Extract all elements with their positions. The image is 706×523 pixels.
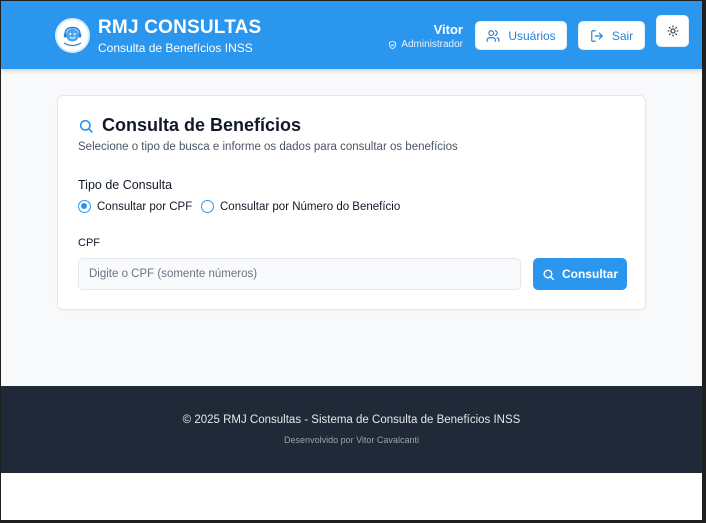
consult-button-label: Consultar <box>561 267 618 281</box>
theme-toggle-button[interactable] <box>656 15 689 47</box>
search-type-label: Tipo de Consulta <box>78 178 173 192</box>
card-description: Selecione o tipo de busca e informe os d… <box>78 141 458 153</box>
radio-option-benefit-number[interactable]: Consultar por Número do Benefício <box>201 200 400 213</box>
radio-label-benefit-number: Consultar por Número do Benefício <box>220 200 401 213</box>
shield-check-icon <box>389 40 397 49</box>
search-card: Consulta de Benefícios Selecione o tipo … <box>57 95 646 310</box>
user-role: Administrador <box>388 39 463 50</box>
logout-icon <box>590 29 603 42</box>
consult-button[interactable]: Consultar <box>533 258 627 290</box>
radio-button-unchecked[interactable] <box>201 200 214 213</box>
footer-developer: Desenvolvido por Vitor Cavalcanti <box>284 435 419 445</box>
page-bottom-area <box>1 473 702 520</box>
app-subtitle: Consulta de Benefícios INSS <box>98 41 253 55</box>
logout-button-label: Sair <box>611 28 634 43</box>
user-role-label: Administrador <box>401 39 463 50</box>
rmj-call-center-logo <box>55 18 90 53</box>
app-title: RMJ CONSULTAS <box>98 17 262 38</box>
radio-label-cpf: Consultar por CPF <box>97 200 193 213</box>
radio-option-cpf[interactable]: Consultar por CPF <box>78 200 192 213</box>
footer-copyright: © 2025 RMJ Consultas - Sistema de Consul… <box>182 414 521 426</box>
user-name: Vitor <box>433 22 463 37</box>
app-footer: © 2025 RMJ Consultas - Sistema de Consul… <box>1 386 702 473</box>
cpf-field-label: CPF <box>78 237 100 249</box>
logout-button[interactable]: Sair <box>578 21 645 50</box>
users-button-label: Usuários <box>508 28 556 43</box>
card-title: Consulta de Benefícios <box>78 115 301 136</box>
search-icon <box>79 119 93 133</box>
app-page: RMJ CONSULTAS Consulta de Benefícios INS… <box>1 1 702 520</box>
card-title-text: Consulta de Benefícios <box>102 115 302 135</box>
search-icon <box>543 268 555 280</box>
radio-button-checked[interactable] <box>78 200 91 213</box>
users-icon <box>486 29 500 42</box>
sun-icon <box>666 25 679 37</box>
users-button[interactable]: Usuários <box>475 21 567 50</box>
app-header: RMJ CONSULTAS Consulta de Benefícios INS… <box>1 1 702 69</box>
cpf-input[interactable] <box>78 258 521 290</box>
